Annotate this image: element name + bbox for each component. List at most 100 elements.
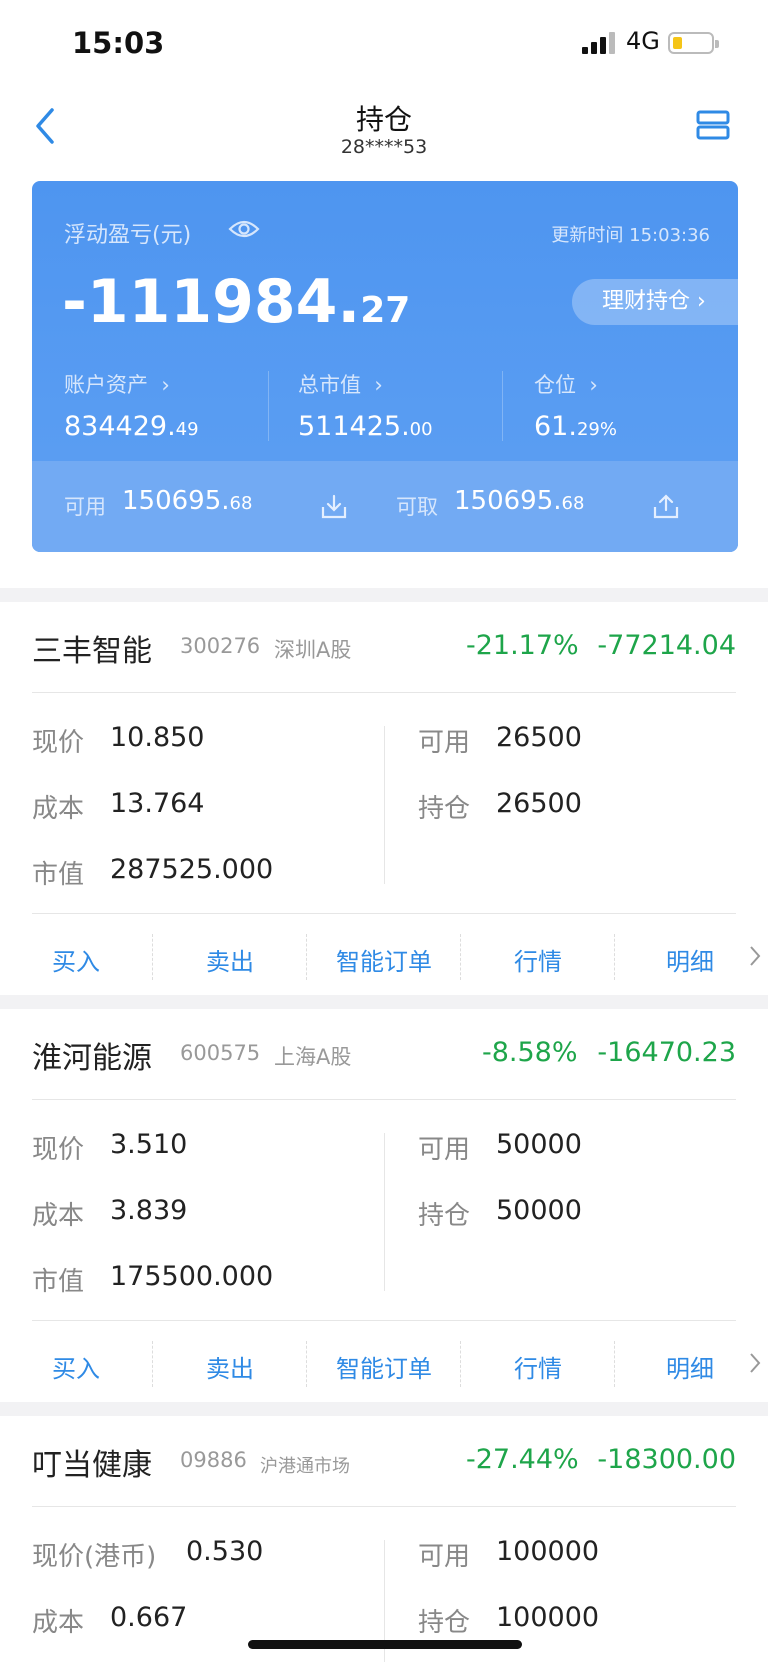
- stock-market: 上海A股: [274, 1045, 352, 1069]
- available-decimal: 68: [229, 493, 253, 514]
- position-label: 持仓: [418, 1201, 471, 1231]
- cost-label: 成本: [32, 1201, 85, 1231]
- divider: [306, 934, 307, 980]
- withdrawable-main: 150695.: [454, 486, 562, 516]
- price-label: 现价: [32, 1135, 85, 1165]
- buy-button[interactable]: 买入: [0, 942, 152, 977]
- value-label: 市值: [32, 1267, 85, 1297]
- smart-order-button[interactable]: 智能订单: [308, 1349, 460, 1384]
- licai-label: 理财持仓: [602, 289, 691, 314]
- divider: [32, 1320, 736, 1321]
- divider: [460, 1341, 461, 1387]
- price-value: 10.850: [110, 722, 205, 753]
- chevron-right-icon[interactable]: [748, 944, 762, 968]
- signal-icon: [582, 32, 616, 54]
- stat-value: 834429.: [64, 411, 176, 442]
- withdraw-icon[interactable]: [652, 493, 680, 521]
- price-value: 0.530: [186, 1536, 264, 1567]
- section-gap: [0, 588, 768, 602]
- available-label: 可用: [418, 1135, 471, 1165]
- pnl-percent: -21.17%: [466, 630, 579, 661]
- available-label: 可用: [418, 728, 471, 758]
- chevron-right-icon: ›: [161, 373, 170, 397]
- market-value: 287525.000: [110, 854, 274, 885]
- deposit-icon[interactable]: [320, 493, 348, 521]
- divider: [502, 371, 503, 441]
- value-label: 市值: [32, 860, 85, 890]
- sell-button[interactable]: 卖出: [154, 1349, 306, 1384]
- nav-bar: 持仓 28****53: [0, 88, 768, 168]
- home-indicator[interactable]: [248, 1640, 522, 1649]
- chevron-right-icon: ›: [589, 373, 598, 397]
- available-qty: 100000: [496, 1536, 600, 1567]
- available-value: 150695.68: [122, 486, 252, 516]
- holding-card[interactable]: 淮河能源 600575 上海A股 -8.58% -16470.23 现价 3.5…: [0, 1009, 768, 1402]
- stat-market-value[interactable]: 总市值 › 511425.00: [298, 369, 433, 442]
- pnl-label: 浮动盈亏(元): [64, 223, 192, 248]
- stat-decimal: 49: [175, 419, 199, 440]
- divider: [306, 1341, 307, 1387]
- divider: [384, 1133, 385, 1291]
- summary-card: 浮动盈亏(元) 更新时间 15:03:36 -111984.27 理财持仓 › …: [32, 181, 738, 552]
- stock-name: 叮当健康: [32, 1448, 152, 1483]
- divider: [152, 1341, 153, 1387]
- buy-button[interactable]: 买入: [0, 1349, 152, 1384]
- holding-card[interactable]: 三丰智能 300276 深圳A股 -21.17% -77214.04 现价 10…: [0, 602, 768, 995]
- pnl-amount: -77214.04: [597, 630, 736, 661]
- stat-label: 总市值: [298, 373, 361, 397]
- status-bar: 15:03 4G: [0, 0, 768, 88]
- divider: [32, 692, 736, 693]
- divider: [152, 934, 153, 980]
- cost-label: 成本: [32, 794, 85, 824]
- pnl-main: -111984.: [62, 267, 361, 337]
- licai-holdings-button[interactable]: 理财持仓 ›: [572, 279, 738, 325]
- cost-label: 成本: [32, 1608, 85, 1638]
- price-value: 3.510: [110, 1129, 188, 1160]
- stock-code: 600575: [180, 1041, 261, 1065]
- chevron-right-icon: ›: [697, 289, 706, 314]
- position-qty: 50000: [496, 1195, 582, 1226]
- quote-button[interactable]: 行情: [462, 1349, 614, 1384]
- stat-position-ratio[interactable]: 仓位 › 61.29%: [534, 369, 617, 442]
- position-label: 持仓: [418, 794, 471, 824]
- list-menu-icon[interactable]: [696, 108, 730, 142]
- withdrawable-value: 150695.68: [454, 486, 584, 516]
- pnl-percent: -27.44%: [466, 1444, 579, 1475]
- quote-button[interactable]: 行情: [462, 942, 614, 977]
- floating-pnl: -111984.27: [62, 267, 410, 337]
- divider: [32, 1099, 736, 1100]
- stat-label: 仓位: [534, 373, 576, 397]
- available-qty: 50000: [496, 1129, 582, 1160]
- detail-button[interactable]: 明细: [614, 1349, 766, 1384]
- detail-button[interactable]: 明细: [614, 942, 766, 977]
- position-label: 持仓: [418, 1608, 471, 1638]
- divider: [384, 726, 385, 884]
- eye-icon[interactable]: [228, 217, 260, 241]
- section-gap: [0, 995, 768, 1009]
- sell-button[interactable]: 卖出: [154, 942, 306, 977]
- section-gap: [0, 1402, 768, 1416]
- stat-decimal: 29%: [576, 419, 617, 440]
- stock-market: 深圳A股: [274, 638, 352, 662]
- stat-label: 账户资产: [64, 373, 148, 397]
- smart-order-button[interactable]: 智能订单: [308, 942, 460, 977]
- available-main: 150695.: [122, 486, 230, 516]
- page-title: 持仓: [355, 103, 412, 136]
- stat-value: 511425.: [298, 411, 410, 442]
- cost-value: 0.667: [110, 1602, 188, 1633]
- chevron-right-icon[interactable]: [748, 1351, 762, 1375]
- position-qty: 26500: [496, 788, 582, 819]
- cost-value: 13.764: [110, 788, 205, 819]
- pnl-decimal: 27: [360, 290, 411, 331]
- stat-account-assets[interactable]: 账户资产 › 834429.49: [64, 369, 199, 442]
- withdrawable-decimal: 68: [561, 493, 585, 514]
- update-time: 更新时间 15:03:36: [551, 225, 710, 246]
- market-value: 175500.000: [110, 1261, 274, 1292]
- stock-name: 三丰智能: [32, 634, 152, 669]
- stock-code: 09886: [180, 1448, 247, 1472]
- stat-value: 61.: [534, 411, 577, 442]
- stock-market: 沪港通市场: [260, 1456, 350, 1477]
- position-qty: 100000: [496, 1602, 600, 1633]
- holding-card[interactable]: 叮当健康 09886 沪港通市场 -27.44% -18300.00 现价(港币…: [0, 1416, 768, 1662]
- battery-icon: [668, 32, 719, 54]
